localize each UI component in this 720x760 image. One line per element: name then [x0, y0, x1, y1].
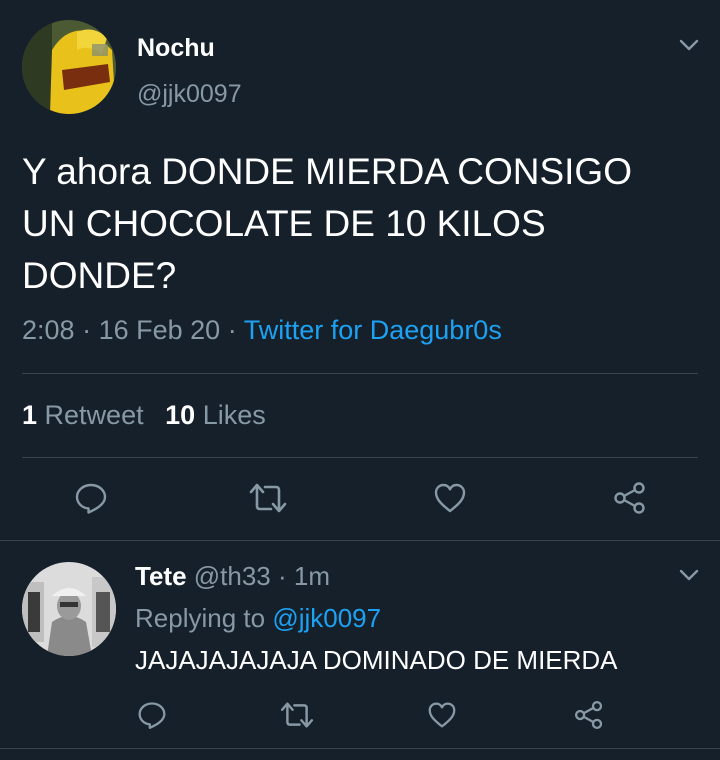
like-icon[interactable] — [433, 482, 467, 514]
tweet-time: 2:08 — [22, 315, 75, 345]
reply-icon[interactable] — [74, 481, 108, 515]
meta-separator: · — [278, 561, 287, 591]
reply-header: Tete @th33 · 1m — [135, 561, 330, 592]
replying-to: Replying to @jjk0097 — [135, 603, 381, 634]
divider — [22, 373, 698, 374]
divider — [22, 457, 698, 458]
avatar[interactable] — [22, 562, 116, 656]
tweet-source-link[interactable]: Twitter for Daegubr0s — [244, 315, 502, 345]
share-icon[interactable] — [573, 699, 605, 731]
tweet-text-line: Y ahora DONDE MIERDA CONSIGO — [22, 151, 632, 192]
retweet-count: 1 — [22, 400, 38, 430]
like-label: Likes — [202, 400, 266, 430]
retweets-stat[interactable]: 1 Retweet — [22, 400, 151, 430]
author-handle[interactable]: @jjk0097 — [137, 80, 242, 109]
replying-handle-link[interactable]: @jjk0097 — [272, 603, 381, 633]
divider — [0, 540, 720, 541]
reply-author-name[interactable]: Tete — [135, 561, 187, 591]
meta-separator: · — [82, 315, 92, 345]
reply-icon[interactable] — [137, 700, 167, 730]
retweet-icon[interactable] — [249, 482, 287, 514]
tweet-text: Y ahora DONDE MIERDA CONSIGO UN CHOCOLAT… — [22, 146, 632, 302]
tweet-text-line: DONDE? — [22, 255, 177, 296]
author-name[interactable]: Nochu — [137, 34, 215, 63]
chevron-down-icon[interactable] — [679, 568, 699, 582]
retweet-icon[interactable] — [280, 701, 314, 729]
engagement-stats: 1 Retweet 10 Likes — [22, 400, 266, 431]
tweet-meta: 2:08 · 16 Feb 20 · Twitter for Daegubr0s — [22, 315, 502, 346]
chevron-down-icon[interactable] — [679, 38, 699, 52]
reply-author-handle[interactable]: @th33 — [194, 561, 271, 591]
meta-separator: · — [227, 315, 237, 345]
retweet-label: Retweet — [44, 400, 144, 430]
divider — [0, 748, 720, 749]
likes-stat[interactable]: 10 Likes — [165, 400, 266, 430]
reply-text: JAJAJAJAJAJA DOMINADO DE MIERDA — [135, 645, 618, 675]
tweet-date: 16 Feb 20 — [98, 315, 221, 345]
avatar[interactable] — [22, 20, 116, 114]
reply-time: 1m — [293, 561, 331, 591]
share-icon[interactable] — [612, 480, 648, 516]
like-icon[interactable] — [427, 701, 457, 729]
like-count: 10 — [165, 400, 196, 430]
replying-label: Replying to — [135, 603, 266, 633]
tweet-text-line: UN CHOCOLATE DE 10 KILOS — [22, 203, 546, 244]
